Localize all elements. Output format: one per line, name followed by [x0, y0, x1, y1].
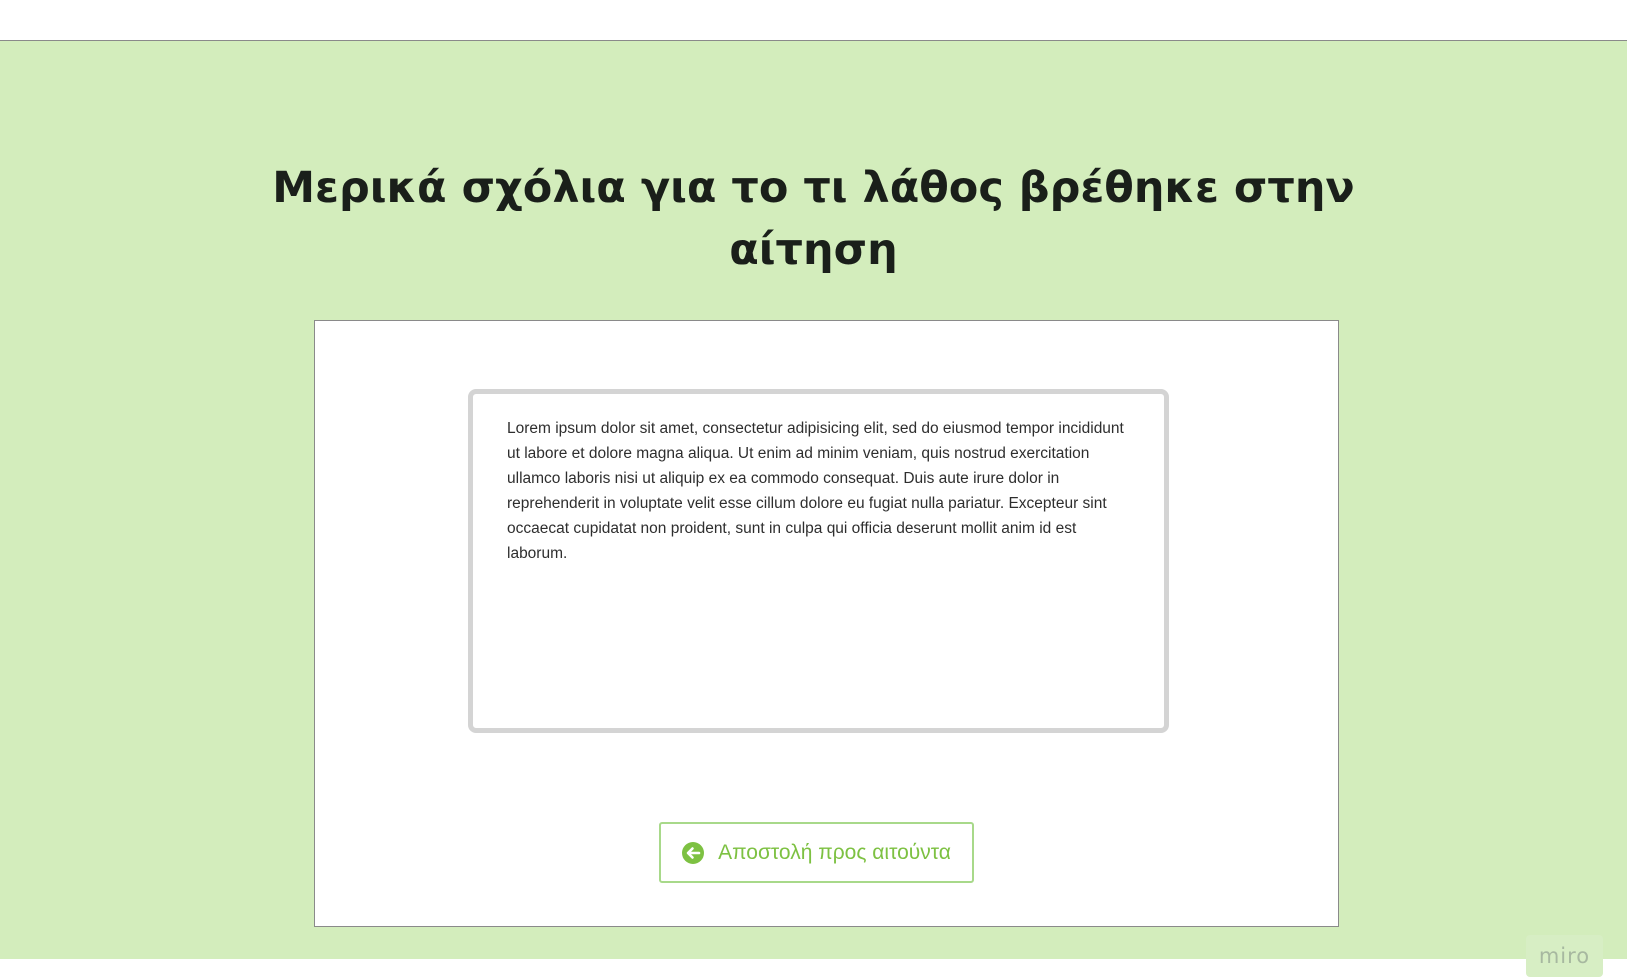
send-to-applicant-button[interactable]: Αποστολή προς αιτούντα: [659, 822, 974, 883]
comment-textarea[interactable]: Lorem ipsum dolor sit amet, consectetur …: [468, 389, 1169, 733]
page-title: Μερικά σχόλια για το τι λάθος βρέθηκε στ…: [0, 157, 1627, 281]
miro-logo[interactable]: miro: [1526, 935, 1603, 977]
top-bar: [0, 0, 1627, 41]
send-button-label: Αποστολή προς αιτούντα: [718, 840, 951, 864]
page-title-line-2: αίτηση: [729, 225, 898, 275]
content-card: Lorem ipsum dolor sit amet, consectetur …: [314, 320, 1339, 927]
page-background: Μερικά σχόλια για το τι λάθος βρέθηκε στ…: [0, 41, 1627, 977]
arrow-left-circle-icon: [682, 841, 705, 864]
page-title-line-1: Μερικά σχόλια για το τι λάθος βρέθηκε στ…: [272, 163, 1355, 213]
